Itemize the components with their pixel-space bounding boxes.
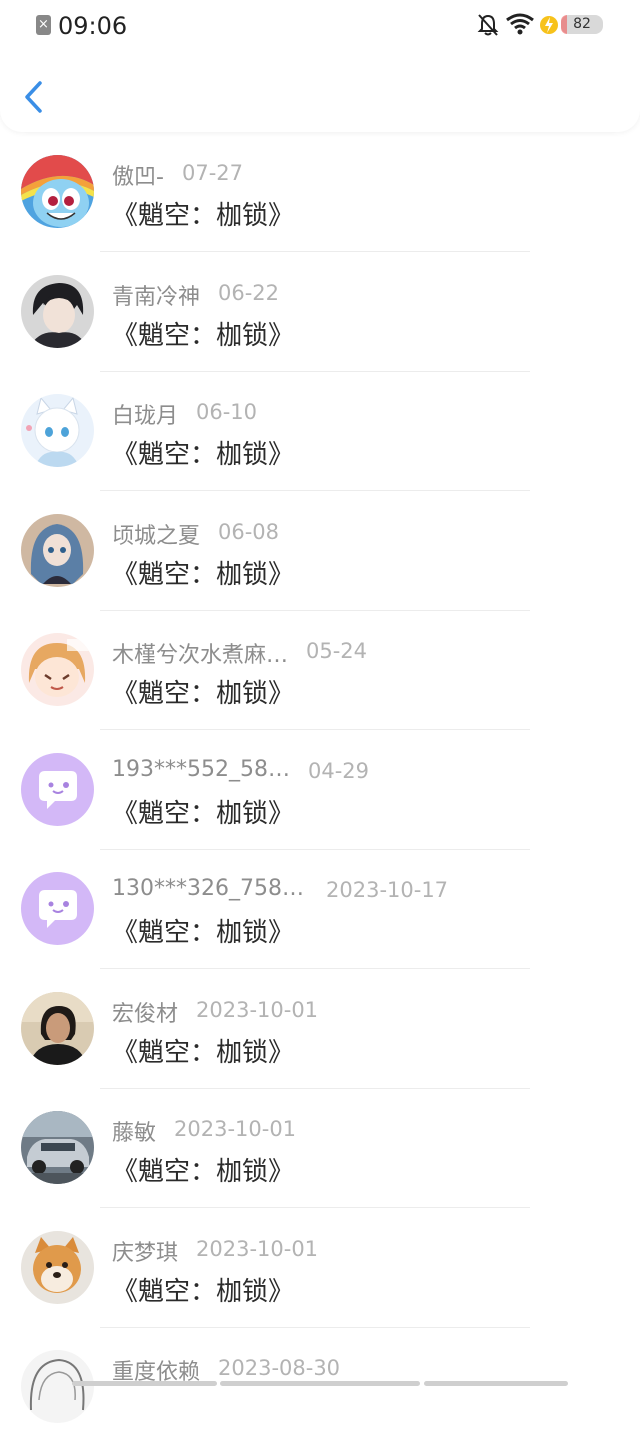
user-name: 白珑月: [112, 404, 179, 429]
user-name: 193***552_58…: [112, 756, 290, 782]
book-title: 《魈空：枷锁》: [112, 918, 295, 948]
user-name: 130***326_758…: [112, 876, 302, 901]
list-item[interactable]: 藤敏 2023-10-01 《魈空：枷锁》: [0, 1088, 640, 1208]
book-title: 《魈空：枷锁》: [112, 440, 295, 470]
list-item[interactable]: 顷城之夏 06-08 《魈空：枷锁》: [0, 491, 640, 611]
item-date: 04-29: [308, 758, 370, 783]
item-date: 2023-10-01: [196, 997, 319, 1022]
top-bar: × 09:06 82: [0, 0, 640, 132]
item-date: 06-22: [218, 280, 280, 305]
avatar[interactable]: [21, 872, 94, 945]
avatar[interactable]: [21, 274, 94, 348]
status-bar: × 09:06 82: [0, 0, 640, 52]
list-item[interactable]: 青南冷神 06-22 《魈空：枷锁》: [0, 252, 640, 372]
bell-muted-icon: [477, 14, 499, 36]
list-item[interactable]: 庆梦琪 2023-10-01 《魈空：枷锁》: [0, 1208, 640, 1328]
avatar[interactable]: [21, 1111, 94, 1184]
book-title: 《魈空：枷锁》: [112, 1276, 295, 1307]
chevron-left-icon[interactable]: [22, 80, 46, 114]
item-date: 06-10: [196, 400, 258, 424]
item-date: 07-27: [182, 161, 244, 185]
book-title: 《魈空：枷锁》: [112, 1157, 295, 1187]
user-name: 藤敏: [112, 1121, 157, 1146]
book-title: 《魈空：枷锁》: [112, 201, 295, 231]
user-name: 顷城之夏: [112, 523, 201, 549]
avatar[interactable]: [21, 752, 94, 826]
list-item[interactable]: 193***552_58… 04-29 《魈空：枷锁》: [0, 730, 640, 850]
item-date: 2023-10-01: [174, 1117, 297, 1141]
item-date: 06-08: [218, 519, 280, 544]
battery-level: 82: [561, 15, 603, 34]
list-item[interactable]: 傲凹- 07-27 《魈空：枷锁》: [0, 132, 640, 252]
wifi-icon: [506, 13, 534, 35]
item-date: 2023-10-17: [326, 878, 449, 902]
sim-icon: ×: [36, 15, 51, 35]
book-title: 《魈空：枷锁》: [112, 1037, 295, 1068]
list-item[interactable]: 130***326_758… 2023-10-17 《魈空：枷锁》: [0, 849, 640, 969]
book-title: 《魈空：枷锁》: [112, 559, 295, 590]
avatar[interactable]: [21, 394, 94, 467]
item-date: 2023-08-30: [218, 1356, 341, 1380]
avatar[interactable]: [21, 991, 94, 1065]
list-item[interactable]: 木槿兮次水煮麻… 05-24 《魈空：枷锁》: [0, 610, 640, 730]
list-item[interactable]: 白珑月 06-10 《魈空：枷锁》: [0, 371, 640, 491]
charging-bolt-icon: [540, 16, 558, 34]
book-title: 《魈空：枷锁》: [112, 320, 295, 351]
user-name: 宏俊材: [112, 1001, 179, 1027]
book-title: 《魈空：枷锁》: [112, 679, 295, 709]
item-date: 2023-10-01: [196, 1236, 319, 1261]
avatar[interactable]: [21, 155, 94, 228]
list-item[interactable]: 宏俊材 2023-10-01 《魈空：枷锁》: [0, 969, 640, 1089]
user-name: 傲凹-: [112, 165, 164, 190]
avatar[interactable]: [21, 1230, 94, 1304]
avatar[interactable]: [21, 513, 94, 587]
user-name: 青南冷神: [112, 284, 201, 310]
avatar[interactable]: [21, 633, 94, 706]
user-name: 庆梦琪: [112, 1240, 179, 1266]
status-time: 09:06: [58, 12, 128, 40]
book-title: 《魈空：枷锁》: [112, 798, 295, 829]
scroll-indicator: [0, 1381, 640, 1387]
item-date: 05-24: [306, 639, 368, 663]
user-name: 木槿兮次水煮麻…: [112, 643, 289, 668]
